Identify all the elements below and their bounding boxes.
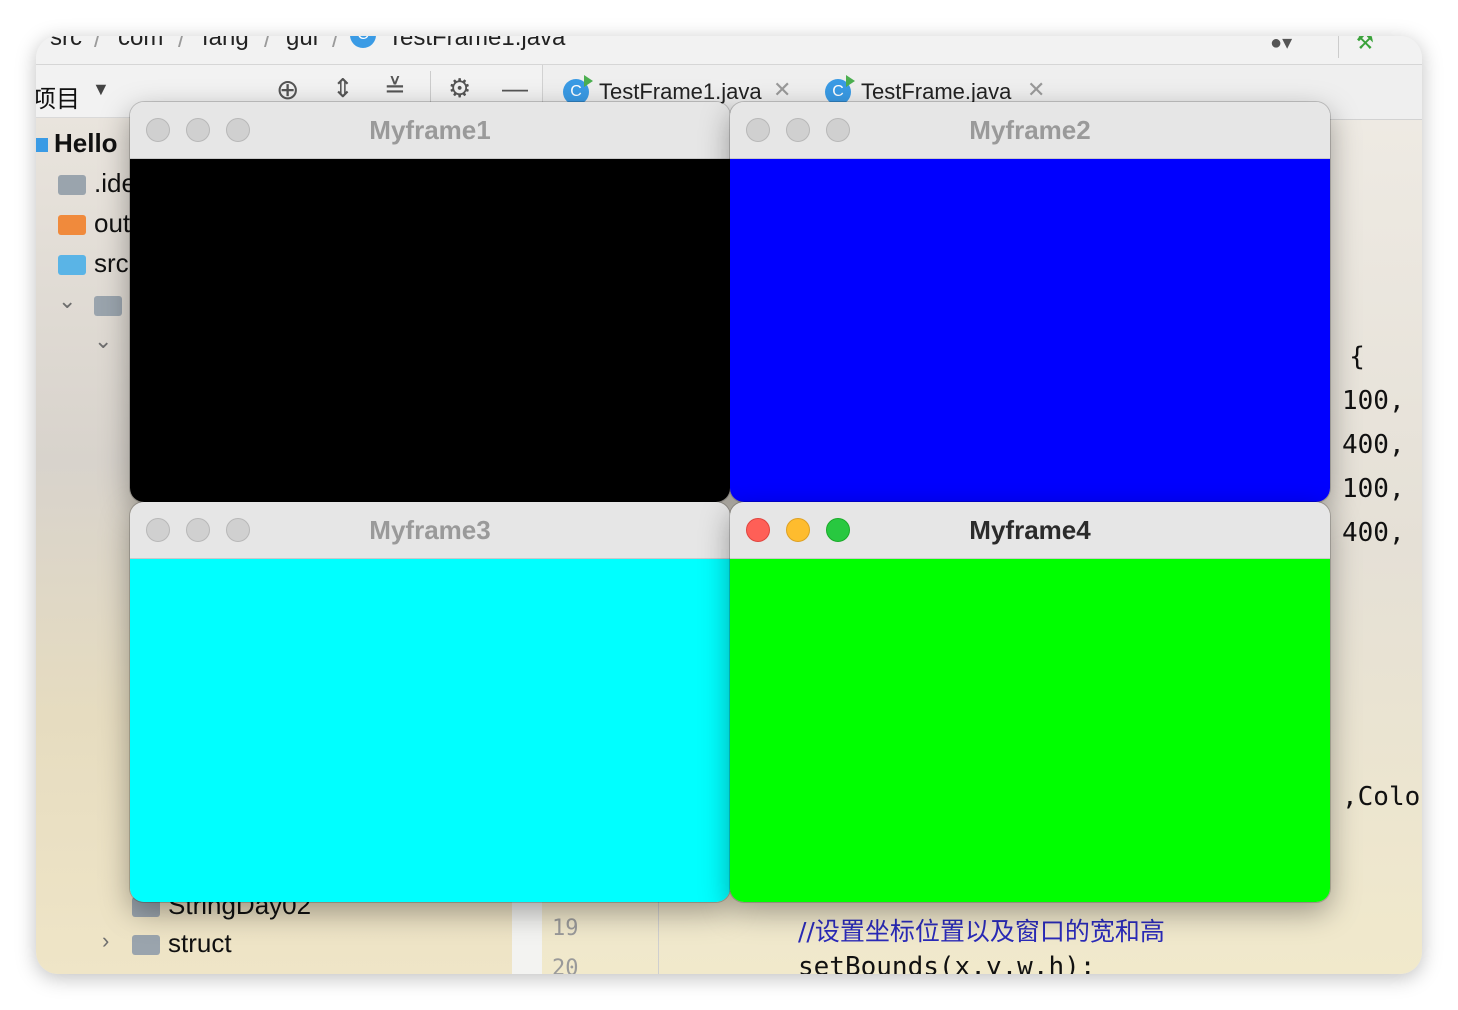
breadcrumb-item-fang[interactable]: fang bbox=[202, 36, 249, 52]
tree-item-label: src bbox=[94, 248, 129, 278]
collapse-all-icon[interactable]: ≚ bbox=[384, 73, 406, 104]
breadcrumb-separator: / bbox=[178, 36, 185, 53]
gear-icon[interactable]: ⚙ bbox=[448, 73, 471, 104]
project-view-label[interactable]: 项目 bbox=[36, 79, 80, 114]
package-icon bbox=[94, 296, 122, 316]
module-icon bbox=[36, 138, 48, 153]
code-comment: //设置坐标位置以及窗口的宽和高 bbox=[798, 917, 1165, 946]
tree-item-src[interactable]: src bbox=[58, 248, 129, 279]
build-hammer-icon[interactable]: ⚒ bbox=[1356, 36, 1374, 55]
close-icon[interactable]: ✕ bbox=[1027, 77, 1045, 103]
frame-titlebar[interactable]: Myframe3 bbox=[130, 502, 730, 559]
code-text: ,Colo bbox=[1342, 782, 1421, 812]
frame-titlebar[interactable]: Myframe1 bbox=[130, 102, 730, 159]
frame-content-panel bbox=[130, 159, 730, 502]
breadcrumb-separator: / bbox=[264, 36, 271, 53]
frame-title: Myframe2 bbox=[969, 115, 1091, 145]
frame-myframe3[interactable]: Myframe3 bbox=[130, 502, 730, 902]
tree-root-label: Hello bbox=[54, 128, 118, 158]
frame-content-panel bbox=[730, 559, 1330, 902]
frame-title: Myframe3 bbox=[369, 515, 491, 545]
tree-item-label: struct bbox=[168, 928, 232, 958]
code-text: 400, bbox=[1342, 518, 1405, 548]
code-text: 100, bbox=[1342, 474, 1405, 504]
divider bbox=[1338, 36, 1339, 58]
frame-content-panel bbox=[130, 559, 730, 902]
folder-icon bbox=[58, 215, 86, 236]
breadcrumb-item-com[interactable]: com bbox=[118, 36, 163, 52]
tree-item-struct[interactable]: › struct bbox=[102, 928, 232, 959]
tree-root-module[interactable]: Hello bbox=[36, 128, 118, 159]
user-account-icon[interactable]: ●▾ bbox=[1270, 36, 1292, 55]
frame-titlebar[interactable]: Myframe4 bbox=[730, 502, 1330, 559]
frame-myframe1[interactable]: Myframe1 bbox=[130, 102, 730, 502]
package-icon bbox=[132, 935, 160, 956]
minimize-panel-icon[interactable]: — bbox=[502, 73, 528, 104]
frame-title: Myframe4 bbox=[969, 515, 1091, 545]
source-folder-icon bbox=[58, 255, 86, 276]
code-text: setBounds(x,y,w,h); bbox=[798, 952, 1096, 974]
frame-myframe2[interactable]: Myframe2 bbox=[730, 102, 1330, 502]
folder-icon bbox=[58, 175, 86, 196]
breadcrumb-separator: / bbox=[332, 36, 339, 53]
breadcrumb-separator: / bbox=[94, 36, 101, 53]
line-number: 20 bbox=[552, 956, 579, 974]
line-number: 19 bbox=[552, 916, 579, 941]
frame-content-panel bbox=[730, 159, 1330, 502]
tree-item-out[interactable]: out bbox=[58, 208, 130, 239]
chevron-down-icon[interactable]: ⌄ bbox=[94, 328, 112, 354]
tree-item-label: out bbox=[94, 208, 131, 238]
expand-all-icon[interactable]: ⇕ bbox=[332, 73, 354, 104]
tree-item-idea[interactable]: .ide bbox=[58, 168, 136, 199]
close-icon[interactable]: ✕ bbox=[773, 77, 791, 103]
breadcrumb-item-file[interactable]: TestFrame1.java bbox=[388, 36, 565, 52]
java-class-icon: C bbox=[350, 36, 376, 48]
frame-titlebar[interactable]: Myframe2 bbox=[730, 102, 1330, 159]
frame-title: Myframe1 bbox=[369, 115, 491, 145]
code-text: 100, bbox=[1342, 386, 1405, 416]
frame-myframe4[interactable]: Myframe4 bbox=[730, 502, 1330, 902]
breadcrumb-item-gui[interactable]: gui bbox=[286, 36, 318, 52]
code-text: 400, bbox=[1342, 430, 1405, 460]
chevron-down-icon[interactable]: ⌄ bbox=[58, 288, 76, 314]
breadcrumb: src / com / fang / gui / C TestFrame1.ja… bbox=[36, 36, 1422, 65]
chevron-right-icon[interactable]: › bbox=[102, 928, 109, 954]
chevron-down-icon[interactable]: ▼ bbox=[92, 79, 110, 100]
breadcrumb-item-src[interactable]: src bbox=[50, 36, 82, 52]
